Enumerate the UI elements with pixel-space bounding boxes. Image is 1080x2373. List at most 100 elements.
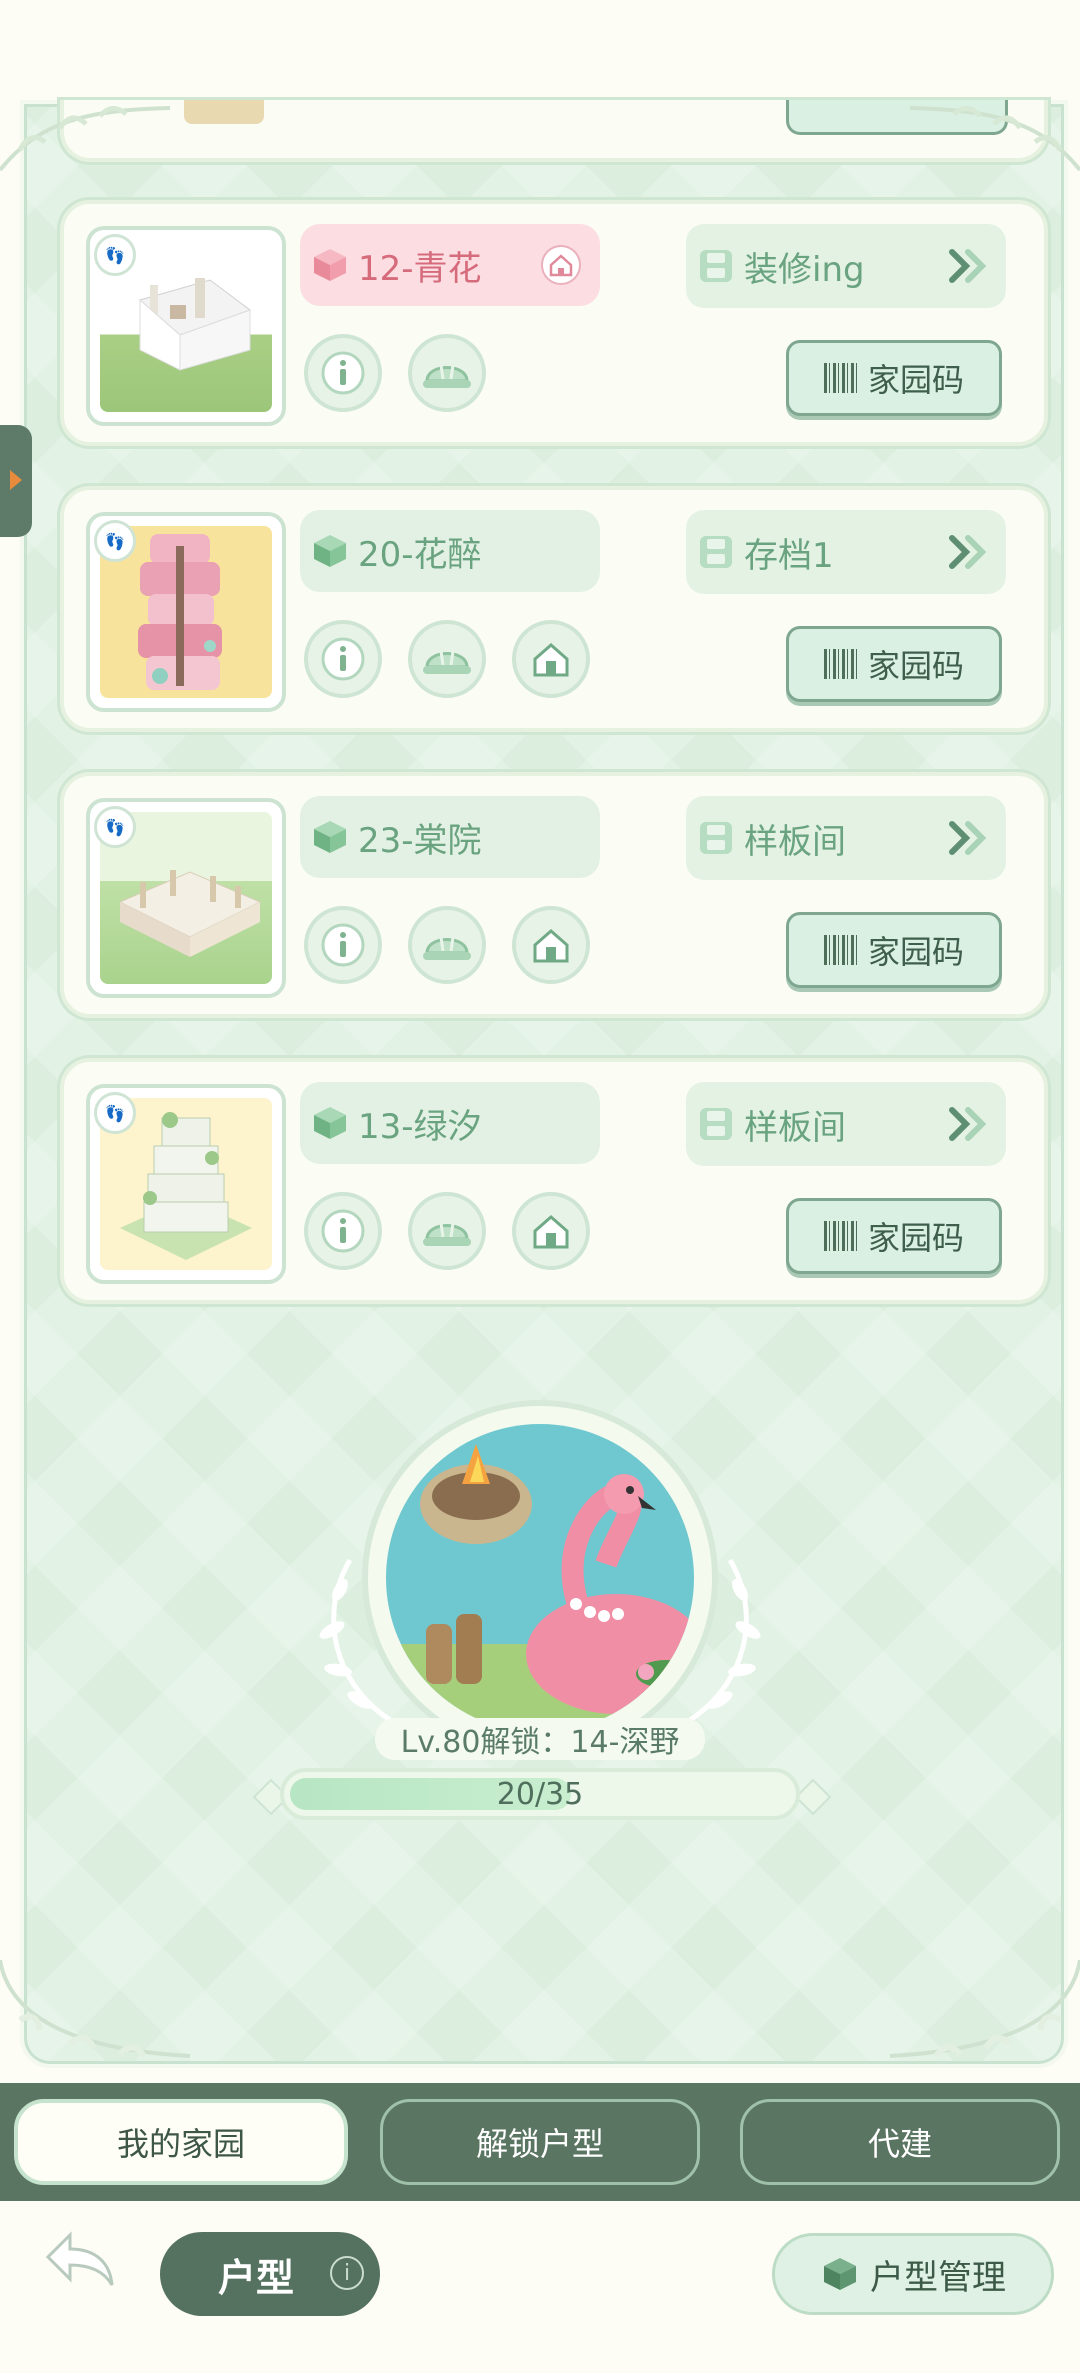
house-icon — [533, 643, 569, 677]
tab-unlock-type[interactable]: 解锁户型 — [380, 2099, 700, 2185]
construction-helmet-icon — [423, 936, 471, 960]
tab-my-home-label: 我的家园 — [116, 2125, 245, 2163]
home-name-pill[interactable]: 23-棠院 — [300, 796, 600, 878]
info-button[interactable] — [304, 334, 382, 412]
bottom-vine-right — [889, 1960, 1080, 2058]
helmet-button[interactable] — [408, 906, 486, 984]
info-button[interactable] — [304, 1192, 382, 1270]
home-thumbnail[interactable]: 👣 — [86, 1084, 286, 1284]
home-code-label: 家园码 — [867, 647, 964, 685]
home-code-label: 家园码 — [867, 1219, 964, 1257]
footprint-icon: 👣 — [94, 806, 136, 848]
helmet-button[interactable] — [408, 620, 486, 698]
double-chevron-right-icon — [949, 821, 987, 855]
home-code-button[interactable]: 家园码 — [786, 912, 1002, 988]
info-button[interactable] — [304, 906, 382, 984]
footprint-icon: 👣 — [94, 520, 136, 562]
footprint-icon: 👣 — [94, 234, 136, 276]
home-code-button[interactable]: 家园码 — [786, 340, 1002, 416]
home-card-1[interactable]: 👣 12-青花 装修ing 家园码 — [60, 200, 1048, 446]
home-thumbnail[interactable]: 👣 — [86, 798, 286, 998]
barcode-icon — [823, 649, 860, 679]
house-type-button[interactable]: 户型 i — [160, 2232, 380, 2316]
home-card-2[interactable]: 👣 20-花醉 存档1 家园码 — [60, 486, 1048, 732]
home-name-pill[interactable]: 20-花醉 — [300, 510, 600, 592]
barcode-icon — [823, 363, 860, 393]
corner-vine-left — [0, 106, 171, 172]
unlock-preview-medal[interactable] — [362, 1400, 718, 1756]
set-home-button[interactable] — [512, 1192, 590, 1270]
home-thumbnail[interactable]: 👣 — [86, 512, 286, 712]
cube-icon — [314, 821, 346, 853]
home-code-button[interactable]: 家园码 — [786, 626, 1002, 702]
tab-proxy-build[interactable]: 代建 — [740, 2099, 1060, 2185]
home-name: 20-花醉 — [358, 534, 482, 575]
status-bar-area — [0, 0, 1080, 100]
save-slot-icon — [700, 822, 732, 854]
save-slot-icon — [700, 1108, 732, 1140]
construction-helmet-icon — [423, 650, 471, 674]
progress-text: 20/35 — [496, 1776, 584, 1812]
save-slot-selector[interactable]: 装修ing — [686, 224, 1006, 308]
house-type-manage-label: 户型管理 — [870, 2257, 1006, 2298]
footprint-icon: 👣 — [94, 1092, 136, 1134]
tab-unlock-type-label: 解锁户型 — [475, 2125, 604, 2163]
bottom-vine-left — [0, 1960, 191, 2058]
home-code-label: 家园码 — [867, 361, 964, 399]
home-name: 13-绿汐 — [358, 1106, 482, 1147]
save-slot-selector[interactable]: 存档1 — [686, 510, 1006, 594]
helmet-button[interactable] — [408, 334, 486, 412]
corner-vine-right — [909, 106, 1080, 172]
save-slot-icon — [700, 536, 732, 568]
home-name-pill[interactable]: 12-青花 — [300, 224, 600, 306]
home-name: 23-棠院 — [358, 820, 482, 861]
house-icon — [533, 1215, 569, 1249]
home-code-label: 家园码 — [867, 933, 964, 971]
back-arrow-icon[interactable] — [40, 2225, 120, 2295]
info-icon — [321, 923, 365, 967]
save-slot-label: 存档1 — [744, 535, 834, 576]
home-card-3[interactable]: 👣 23-棠院 样板间 家园码 — [60, 772, 1048, 1018]
double-chevron-right-icon — [949, 535, 987, 569]
cube-icon — [314, 535, 346, 567]
set-home-button[interactable] — [512, 620, 590, 698]
info-icon[interactable]: i — [330, 2256, 364, 2290]
cube-icon — [314, 1107, 346, 1139]
save-slot-label: 装修ing — [744, 249, 865, 290]
barcode-icon — [823, 1221, 860, 1251]
construction-helmet-icon — [423, 1222, 471, 1246]
unlock-requirement-label: Lv.80解锁：14-深野 — [375, 1718, 705, 1760]
home-badge-icon — [541, 245, 581, 285]
info-icon — [321, 1209, 365, 1253]
house-type-manage-button[interactable]: 户型管理 — [772, 2233, 1054, 2315]
save-slot-icon — [700, 250, 732, 282]
save-slot-selector[interactable]: 样板间 — [686, 796, 1006, 880]
helmet-button[interactable] — [408, 1192, 486, 1270]
save-slot-selector[interactable]: 样板间 — [686, 1082, 1006, 1166]
set-home-button[interactable] — [512, 906, 590, 984]
info-button[interactable] — [304, 620, 382, 698]
house-icon — [533, 929, 569, 963]
cube-icon — [314, 249, 346, 281]
house-type-label: 户型 — [218, 2255, 295, 2300]
double-chevron-right-icon — [949, 1107, 987, 1141]
cube-icon — [824, 2258, 856, 2290]
side-drawer-handle[interactable] — [0, 425, 32, 537]
barcode-icon — [823, 935, 860, 965]
save-slot-label: 样板间 — [744, 1107, 846, 1148]
home-name-pill[interactable]: 13-绿汐 — [300, 1082, 600, 1164]
home-code-button[interactable]: 家园码 — [786, 1198, 1002, 1274]
tab-proxy-build-label: 代建 — [867, 2125, 932, 2163]
double-chevron-right-icon — [949, 249, 987, 283]
construction-helmet-icon — [423, 364, 471, 388]
info-icon — [321, 351, 365, 395]
progress-sparkle-right — [794, 1778, 832, 1816]
unlock-progress-bar: 20/35 — [280, 1768, 800, 1820]
save-slot-label: 样板间 — [744, 821, 846, 862]
info-icon — [321, 637, 365, 681]
bottom-tab-bar: 我的家园 解锁户型 代建 — [0, 2083, 1080, 2201]
home-card-4[interactable]: 👣 13-绿汐 样板间 家园码 — [60, 1058, 1048, 1304]
tab-my-home[interactable]: 我的家园 — [14, 2099, 348, 2185]
home-thumbnail[interactable]: 👣 — [86, 226, 286, 426]
next-unlock-section: Lv.80解锁：14-深野 20/35 — [250, 1390, 832, 1850]
